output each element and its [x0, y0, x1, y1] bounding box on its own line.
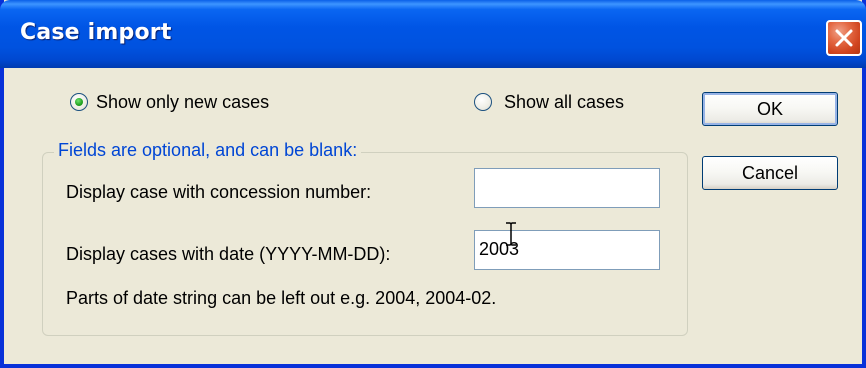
radio-selected-dot: [75, 98, 83, 106]
close-icon: [835, 29, 853, 47]
date-input[interactable]: 2003: [474, 230, 660, 270]
radio-show-all-cases[interactable]: [474, 93, 492, 111]
show-all-cases-label[interactable]: Show all cases: [504, 92, 624, 113]
close-button[interactable]: [826, 20, 862, 56]
text-cursor-icon: [506, 222, 516, 246]
concession-number-label: Display case with concession number:: [66, 182, 372, 202]
ok-button[interactable]: OK: [702, 92, 838, 126]
dialog-title: Case import: [20, 20, 172, 45]
concession-number-input[interactable]: [474, 168, 660, 208]
cancel-button[interactable]: Cancel: [702, 156, 838, 190]
radio-show-new-cases[interactable]: [70, 93, 88, 111]
case-import-dialog: Case import Show only new cases Show all…: [0, 0, 866, 368]
show-new-cases-label[interactable]: Show only new cases: [96, 92, 269, 113]
title-bar[interactable]: Case import: [0, 0, 866, 68]
group-legend: Fields are optional, and can be blank:: [54, 140, 362, 161]
date-label: Display cases with date (YYYY-MM-DD):: [66, 244, 391, 264]
date-hint-text: Parts of date string can be left out e.g…: [66, 288, 497, 308]
